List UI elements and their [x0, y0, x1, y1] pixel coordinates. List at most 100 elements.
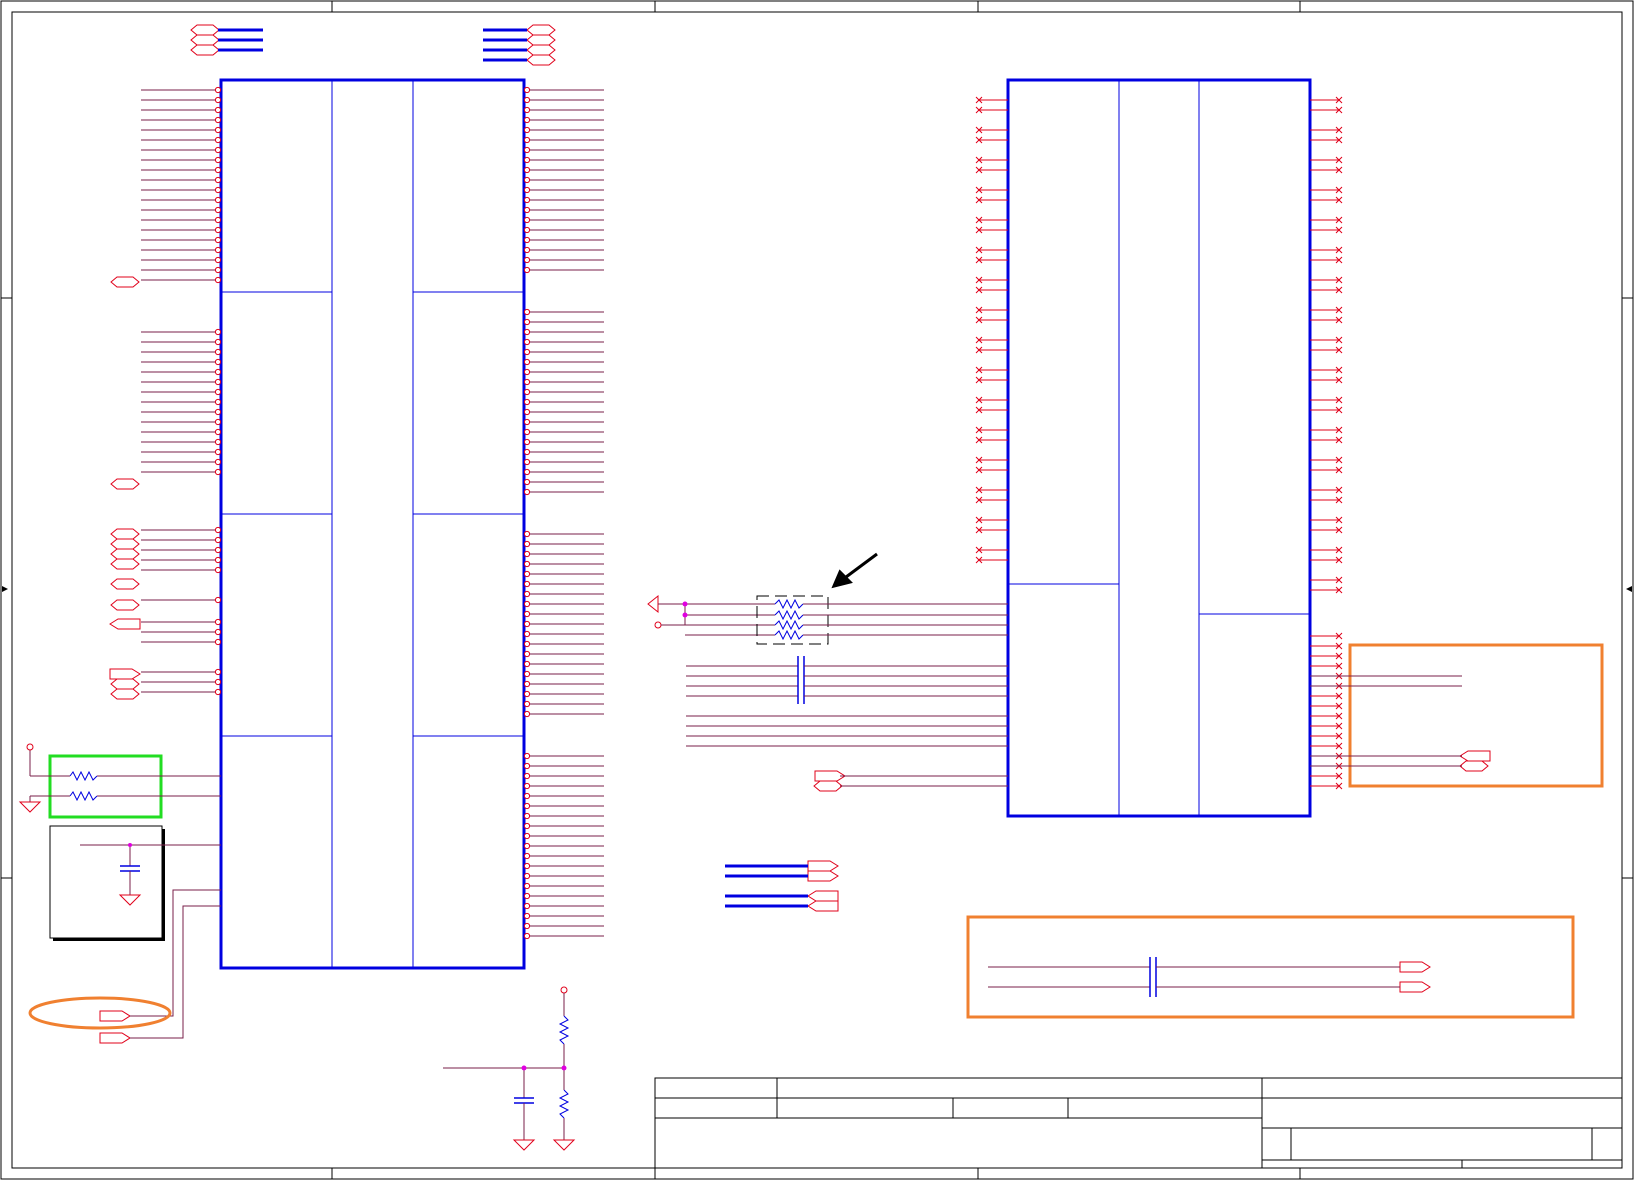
pin-bubble — [523, 186, 531, 194]
pin-bubble — [523, 630, 531, 638]
port-symbol — [110, 558, 140, 570]
pin-bubble — [214, 526, 222, 534]
pin-bubble — [214, 338, 222, 346]
pin-bubble — [523, 640, 531, 648]
pin-bubble — [214, 328, 222, 336]
coupling-capacitors-mid — [686, 656, 1008, 787]
pin-bubble — [214, 546, 222, 554]
pin-bubble — [523, 348, 531, 356]
pin-bubble — [214, 156, 222, 164]
pin-bubble — [214, 458, 222, 466]
pin-bubble — [523, 468, 531, 476]
pin-bubble — [523, 650, 531, 658]
port-symbol — [807, 890, 839, 902]
pin-bubble — [214, 266, 222, 274]
pin-bubble — [214, 136, 222, 144]
pin-bubble — [523, 378, 531, 386]
pin-bubble — [214, 236, 222, 244]
pin-bubble — [523, 822, 531, 830]
pin-bubble — [214, 668, 222, 676]
pin-bubble — [523, 448, 531, 456]
pin-bubble — [523, 478, 531, 486]
pin-bubble — [523, 540, 531, 548]
pin-bubble — [523, 176, 531, 184]
pin-bubble — [523, 852, 531, 860]
pin-bubble — [214, 556, 222, 564]
pin-bubble — [214, 536, 222, 544]
pin-bubble — [214, 638, 222, 646]
pin-bubble — [523, 428, 531, 436]
right-ic — [1006, 78, 1312, 818]
pin-bubble — [523, 116, 531, 124]
pin-bubble — [214, 86, 222, 94]
pin-bubble — [214, 378, 222, 386]
port-symbol — [190, 24, 220, 36]
top-right-bus — [483, 28, 527, 62]
pin-bubble — [523, 710, 531, 718]
pin-bubble — [523, 358, 531, 366]
pin-bubble — [214, 276, 222, 284]
pin-bubble — [523, 892, 531, 900]
pin-bubble — [523, 832, 531, 840]
pin-bubble — [214, 176, 222, 184]
pin-bubble — [523, 156, 531, 164]
pin-bubble — [214, 678, 222, 686]
right-ic-right-pins — [1310, 96, 1343, 790]
pin-bubble — [523, 146, 531, 154]
pin-bubble — [523, 438, 531, 446]
pin-bubble — [214, 196, 222, 204]
port-symbol — [109, 618, 141, 630]
port-symbol — [526, 34, 556, 46]
pin-bubble — [523, 136, 531, 144]
port-symbol — [807, 870, 839, 882]
pin-bubble — [214, 216, 222, 224]
pin-bubble — [523, 216, 531, 224]
port-symbol — [110, 688, 140, 700]
pin-bubble — [523, 610, 531, 618]
port-symbol — [526, 44, 556, 56]
port-symbol — [807, 900, 839, 912]
port-symbol — [1399, 961, 1431, 973]
port-symbol — [110, 599, 140, 611]
pin-bubble — [523, 660, 531, 668]
zone-marker-right — [1626, 586, 1632, 592]
pin-bubble — [523, 690, 531, 698]
port-symbol — [1459, 750, 1491, 762]
pin-bubble — [214, 226, 222, 234]
pin-bubble — [523, 912, 531, 920]
pin-bubble — [523, 166, 531, 174]
schematic-sheet — [0, 0, 1634, 1180]
port-symbol — [1459, 760, 1489, 772]
pin-bubble — [214, 126, 222, 134]
pin-bubble — [523, 266, 531, 274]
pin-bubble — [214, 388, 222, 396]
pin-bubble — [523, 196, 531, 204]
mid-bus-upper — [725, 864, 808, 878]
pin-bubble — [523, 882, 531, 890]
pin-bubble — [214, 418, 222, 426]
title-block — [654, 1077, 1623, 1169]
pin-bubble — [523, 318, 531, 326]
resistor-divider — [443, 986, 576, 1151]
pin-bubble — [214, 256, 222, 264]
pin-bubble — [523, 570, 531, 578]
pin-bubble — [523, 106, 531, 114]
pin-bubble — [523, 700, 531, 708]
pin-bubble — [523, 206, 531, 214]
orange-highlight-box-right — [1310, 643, 1604, 788]
left-ic-left-pins — [141, 86, 222, 696]
port-symbol — [1399, 981, 1431, 993]
pin-bubble — [523, 752, 531, 760]
pin-bubble — [214, 398, 222, 406]
pin-bubble — [523, 458, 531, 466]
pin-bubble — [523, 902, 531, 910]
pin-bubble — [214, 688, 222, 696]
pin-bubble — [214, 468, 222, 476]
resistor-network — [647, 594, 1008, 645]
pin-bubble — [523, 236, 531, 244]
port-symbol — [190, 44, 220, 56]
pin-bubble — [214, 408, 222, 416]
left-ic-right-pins — [523, 86, 604, 940]
callout-arrow — [831, 552, 878, 589]
port-symbol — [526, 24, 556, 36]
